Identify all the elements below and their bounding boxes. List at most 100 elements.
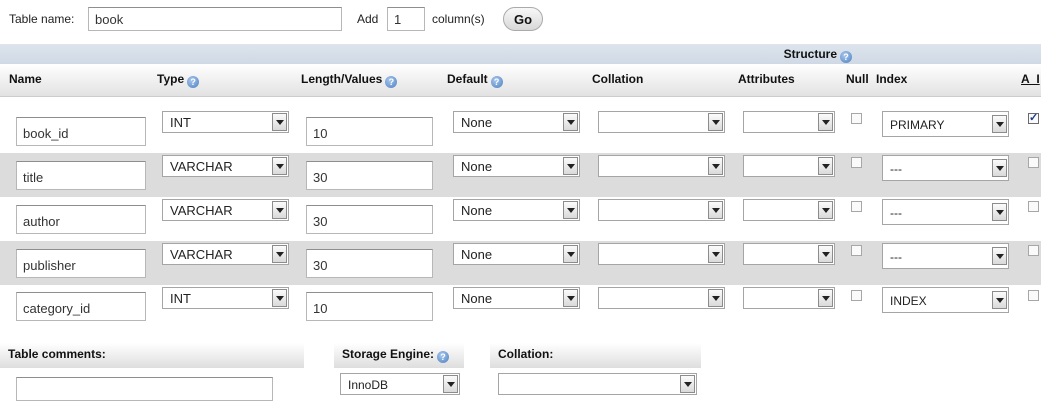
dropdown-arrow-icon xyxy=(563,157,578,175)
dropdown-arrow-icon xyxy=(708,157,723,175)
attributes-select[interactable] xyxy=(743,111,835,133)
index-select[interactable]: --- xyxy=(882,199,1009,225)
structure-band xyxy=(0,44,1041,64)
go-button[interactable]: Go xyxy=(503,7,543,31)
attributes-select[interactable] xyxy=(743,243,835,265)
index-select[interactable]: INDEX xyxy=(882,287,1009,313)
collation-select[interactable] xyxy=(598,287,725,309)
null-checkbox[interactable] xyxy=(851,157,862,168)
auto-increment-checkbox[interactable] xyxy=(1028,111,1039,124)
help-circle-icon[interactable]: ? xyxy=(840,51,852,63)
type-select[interactable]: INT xyxy=(162,287,289,309)
help-circle-icon[interactable]: ? xyxy=(490,76,503,88)
default-select[interactable]: None xyxy=(453,111,580,133)
dropdown-arrow-icon xyxy=(563,201,578,219)
length-input[interactable]: 10 xyxy=(306,292,433,321)
storage-engine-header: Storage Engine:? xyxy=(334,343,464,368)
header-null: Null xyxy=(846,72,869,86)
dropdown-arrow-icon xyxy=(563,245,578,263)
auto-increment-checkbox[interactable] xyxy=(1028,157,1039,168)
collation-select[interactable] xyxy=(598,199,725,221)
collation-select[interactable] xyxy=(598,243,725,265)
table-name-input[interactable]: book xyxy=(88,7,342,31)
collation-select[interactable] xyxy=(598,111,725,133)
dropdown-arrow-icon xyxy=(272,157,287,175)
index-select[interactable]: --- xyxy=(882,155,1009,181)
header-collation: Collation xyxy=(592,72,644,86)
help-circle-icon[interactable]: ? xyxy=(385,76,398,88)
column-name-input[interactable]: author xyxy=(16,205,146,234)
table-comments-header: Table comments: xyxy=(0,343,304,368)
attributes-select[interactable] xyxy=(743,287,835,309)
type-select[interactable]: VARCHAR xyxy=(162,155,289,177)
dropdown-arrow-icon xyxy=(272,245,287,263)
dropdown-arrow-icon xyxy=(818,201,833,219)
dropdown-arrow-icon xyxy=(563,113,578,131)
attributes-select[interactable] xyxy=(743,199,835,221)
add-column-count-input[interactable]: 1 xyxy=(387,7,425,31)
dropdown-arrow-icon xyxy=(708,245,723,263)
dropdown-arrow-icon xyxy=(818,113,833,131)
dropdown-arrow-icon xyxy=(818,245,833,263)
dropdown-arrow-icon xyxy=(992,203,1007,221)
header-name: Name xyxy=(9,72,42,86)
dropdown-arrow-icon xyxy=(818,157,833,175)
header-index: Index xyxy=(876,72,908,86)
default-select[interactable]: None xyxy=(453,155,580,177)
attributes-select[interactable] xyxy=(743,155,835,177)
column-name-input[interactable]: book_id xyxy=(16,117,146,146)
dropdown-arrow-icon xyxy=(272,113,287,131)
structure-title-text: Structure xyxy=(783,47,837,61)
default-select[interactable]: None xyxy=(453,287,580,309)
dropdown-arrow-icon xyxy=(708,201,723,219)
help-circle-icon[interactable]: ? xyxy=(437,351,450,363)
type-select[interactable]: INT xyxy=(162,111,289,133)
table-name-label: Table name: xyxy=(9,12,75,26)
default-select[interactable]: None xyxy=(453,243,580,265)
dropdown-arrow-icon xyxy=(992,159,1007,177)
collation-select[interactable] xyxy=(598,155,725,177)
table-collation-select[interactable] xyxy=(498,373,697,395)
length-input[interactable]: 30 xyxy=(306,249,433,278)
dropdown-arrow-icon xyxy=(992,291,1007,309)
length-input[interactable]: 10 xyxy=(306,117,433,146)
length-input[interactable]: 30 xyxy=(306,161,433,190)
dropdown-arrow-icon xyxy=(708,289,723,307)
null-checkbox[interactable] xyxy=(851,201,862,212)
dropdown-arrow-icon xyxy=(563,289,578,307)
header-auto-increment[interactable]: A_I xyxy=(1021,72,1040,86)
auto-increment-checkbox[interactable] xyxy=(1028,201,1039,212)
dropdown-arrow-icon xyxy=(818,289,833,307)
column-name-input[interactable]: category_id xyxy=(16,292,146,321)
table-comments-input[interactable] xyxy=(16,377,273,401)
dropdown-arrow-icon xyxy=(992,115,1007,133)
dropdown-arrow-icon xyxy=(992,247,1007,265)
default-select[interactable]: None xyxy=(453,199,580,221)
header-length-values: Length/Values? xyxy=(301,72,398,88)
dropdown-arrow-icon xyxy=(443,375,458,393)
null-checkbox[interactable] xyxy=(851,113,862,124)
header-attributes: Attributes xyxy=(738,72,795,86)
storage-engine-select[interactable]: InnoDB xyxy=(340,373,460,395)
null-checkbox[interactable] xyxy=(851,245,862,256)
null-checkbox[interactable] xyxy=(851,290,862,301)
dropdown-arrow-icon xyxy=(708,113,723,131)
table-collation-header: Collation: xyxy=(490,343,701,368)
columns-label: column(s) xyxy=(432,12,485,26)
type-select[interactable]: VARCHAR xyxy=(162,199,289,221)
column-name-input[interactable]: publisher xyxy=(16,249,146,278)
dropdown-arrow-icon xyxy=(272,201,287,219)
help-circle-icon[interactable]: ? xyxy=(187,76,200,88)
index-select[interactable]: PRIMARY xyxy=(882,111,1009,137)
dropdown-arrow-icon xyxy=(272,289,287,307)
auto-increment-checkbox[interactable] xyxy=(1028,290,1039,301)
type-select[interactable]: VARCHAR xyxy=(162,243,289,265)
header-type: Type? xyxy=(157,72,200,88)
auto-increment-checkbox[interactable] xyxy=(1028,245,1039,256)
length-input[interactable]: 30 xyxy=(306,205,433,234)
add-label: Add xyxy=(357,12,379,26)
index-select[interactable]: --- xyxy=(882,243,1009,269)
header-default: Default? xyxy=(447,72,503,88)
column-name-input[interactable]: title xyxy=(16,161,146,190)
structure-title: Structure? xyxy=(784,47,852,63)
